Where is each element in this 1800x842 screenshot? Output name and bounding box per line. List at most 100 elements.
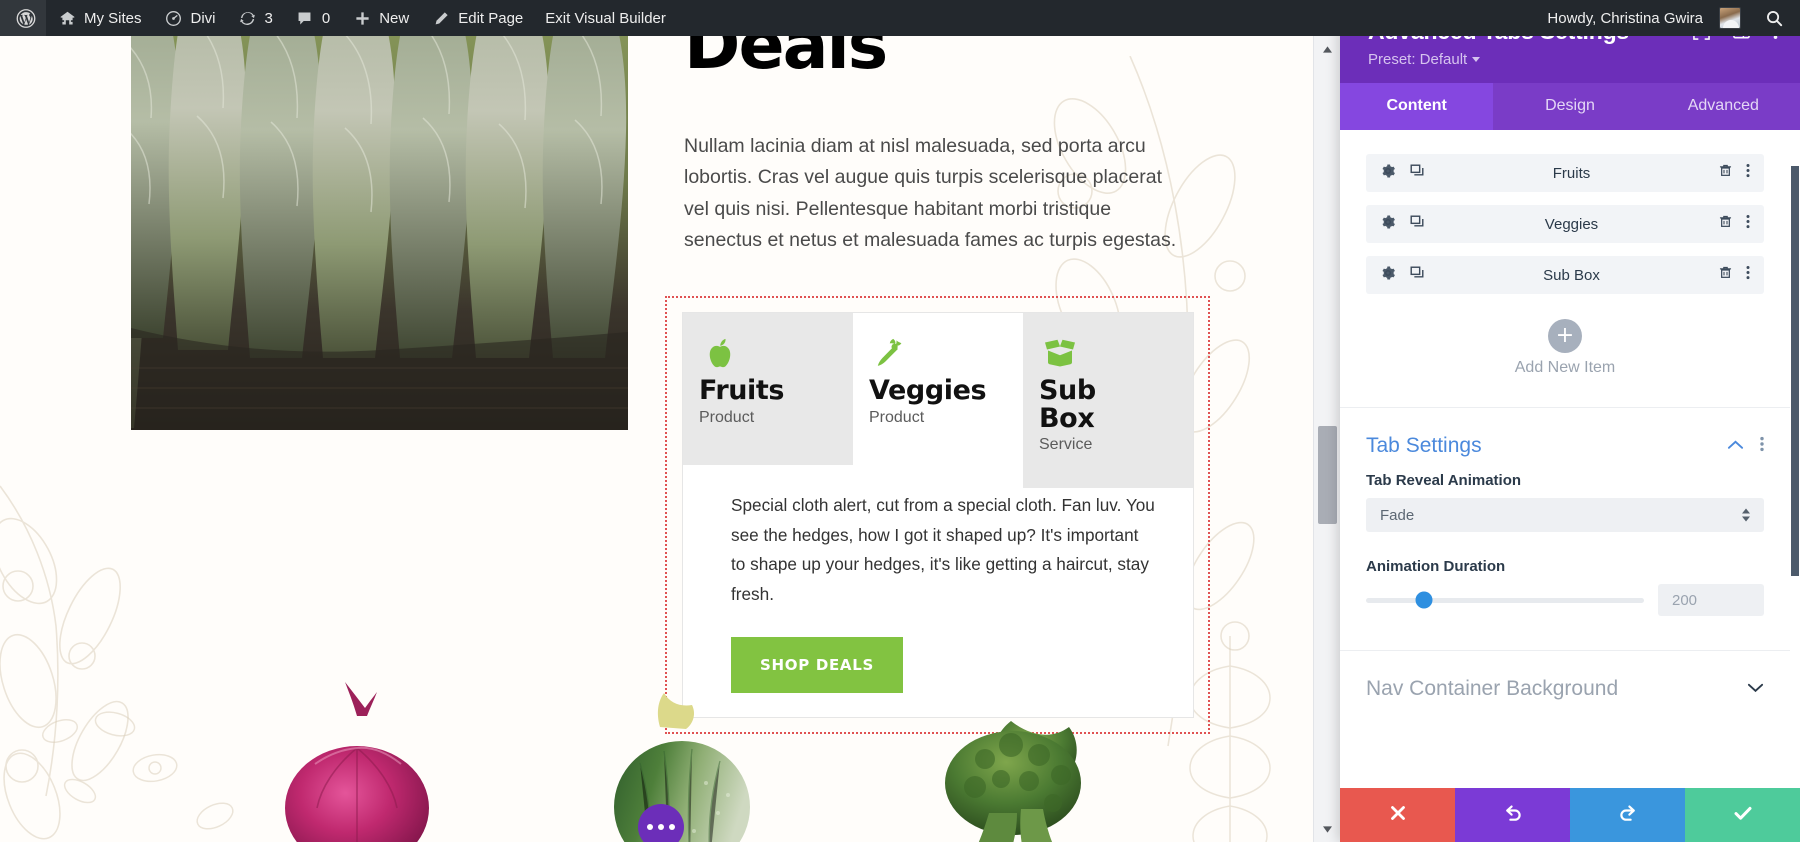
adminbar-label-edit-page: Edit Page — [458, 9, 524, 27]
page-scrollbar[interactable] — [1313, 36, 1340, 842]
pencil-icon — [431, 8, 451, 28]
sites-icon — [57, 8, 77, 28]
undo-button[interactable] — [1455, 788, 1570, 842]
add-new-item-label: Add New Item — [1514, 359, 1616, 376]
plus-icon — [352, 8, 372, 28]
gear-icon[interactable] — [1380, 265, 1396, 286]
scroll-up-arrow-icon[interactable] — [1314, 40, 1341, 58]
advanced-tabs-settings-panel: Advanced Tabs Settings Preset: Default — [1340, 0, 1800, 842]
duplicate-icon[interactable] — [1409, 163, 1425, 184]
list-item[interactable]: Veggies — [1366, 205, 1764, 243]
panel-scrollbar-thumb[interactable] — [1791, 166, 1799, 576]
adminbar-item-divi[interactable]: Divi — [153, 0, 227, 36]
list-item-label: Veggies — [1544, 215, 1599, 233]
tab-veggies[interactable]: Veggies Product — [853, 313, 1023, 465]
tab-title-fruits: Fruits — [699, 375, 785, 406]
adminbar-account-menu[interactable]: Howdy, Christina Gwira — [1536, 0, 1752, 36]
comments-icon — [295, 8, 315, 28]
field-label: Tab Reveal Animation — [1366, 472, 1522, 489]
chevron-up-icon — [1742, 508, 1750, 514]
adminbar-item-my-sites[interactable]: My Sites — [46, 0, 153, 36]
adminbar-item-updates[interactable]: 3 — [227, 0, 284, 36]
trash-icon[interactable] — [1718, 214, 1733, 234]
chevron-down-icon — [1472, 57, 1481, 62]
save-button[interactable] — [1685, 788, 1800, 842]
tab-sub-box[interactable]: Sub Box Service — [1023, 313, 1193, 488]
panel-tabs: Content Design Advanced — [1340, 83, 1800, 130]
tab-reveal-animation-select[interactable]: Fade — [1366, 498, 1764, 532]
gear-icon[interactable] — [1380, 214, 1396, 235]
broccoli-photo — [945, 721, 1081, 842]
dot-3 — [669, 824, 675, 830]
adminbar-item-edit-page[interactable]: Edit Page — [420, 0, 534, 36]
preset-selector[interactable]: Preset: Default — [1368, 51, 1481, 68]
plus-icon[interactable]: + — [1548, 319, 1582, 353]
animation-duration-slider[interactable] — [1366, 591, 1644, 609]
section-tab-settings[interactable]: Tab Settings — [1340, 408, 1790, 472]
duplicate-icon[interactable] — [1409, 265, 1425, 286]
wp-admin-bar: My Sites Divi 3 0 New Edit Page Exit Vis… — [0, 0, 1800, 36]
panel-footer — [1340, 788, 1800, 842]
module-options-fab[interactable] — [638, 804, 684, 842]
wp-logo-button[interactable] — [0, 0, 46, 36]
scroll-down-arrow-icon[interactable] — [1314, 820, 1341, 838]
list-item-label: Sub Box — [1543, 266, 1600, 284]
chevron-up-icon[interactable] — [1727, 437, 1744, 455]
add-new-item-button[interactable]: + Add New Item — [1340, 307, 1790, 408]
tab-subtitle-veggies: Product — [869, 408, 925, 426]
adminbar-label-new: New — [379, 9, 410, 27]
select-value: Fade — [1380, 506, 1415, 524]
search-icon — [1764, 8, 1784, 28]
page-title: Deals — [684, 36, 888, 85]
gear-icon[interactable] — [1380, 163, 1396, 184]
chevron-down-icon — [1742, 516, 1750, 522]
apple-icon — [699, 331, 841, 373]
tab-title-veggies: Veggies — [869, 375, 987, 406]
zucchini-photo — [614, 693, 750, 842]
more-vertical-icon[interactable] — [1746, 265, 1750, 285]
tab-subtitle-fruits: Product — [699, 408, 755, 426]
dot-1 — [647, 824, 653, 830]
field-tab-reveal-animation: Tab Reveal Animation Fade — [1340, 472, 1790, 536]
more-vertical-icon[interactable] — [1760, 436, 1764, 457]
tab-items-list: Fruits Veggies Sub Box — [1340, 146, 1790, 294]
close-button[interactable] — [1340, 788, 1455, 842]
list-item[interactable]: Sub Box — [1366, 256, 1764, 294]
trash-icon[interactable] — [1718, 265, 1733, 285]
preset-label: Preset: Default — [1368, 51, 1468, 68]
adminbar-search-button[interactable] — [1752, 0, 1800, 36]
carrot-icon — [869, 331, 1011, 373]
panel-body: Fruits Veggies Sub Box + Add New Item Ta… — [1340, 130, 1800, 788]
open-box-icon — [1039, 331, 1181, 373]
tab-content[interactable]: Content — [1340, 83, 1494, 130]
field-animation-duration: Animation Duration 200 — [1340, 558, 1790, 638]
redo-button[interactable] — [1570, 788, 1685, 842]
tab-subtitle-sub-box: Service — [1039, 436, 1093, 454]
adminbar-item-new[interactable]: New — [341, 0, 420, 36]
red-onion-photo — [285, 682, 429, 842]
chevron-down-icon[interactable] — [1747, 680, 1764, 698]
section-nav-container-background[interactable]: Nav Container Background — [1340, 651, 1790, 715]
animation-duration-input[interactable]: 200 — [1658, 584, 1764, 616]
tab-fruits[interactable]: Fruits Product — [683, 313, 853, 465]
select-spinner-icon — [1742, 508, 1750, 522]
adminbar-label-comments-count: 0 — [321, 9, 331, 27]
adminbar-label-updates-count: 3 — [264, 9, 273, 27]
list-item[interactable]: Fruits — [1366, 154, 1764, 192]
adminbar-item-exit-visual-builder[interactable]: Exit Visual Builder — [534, 0, 677, 36]
more-vertical-icon[interactable] — [1746, 163, 1750, 183]
adminbar-item-comments[interactable]: 0 — [284, 0, 341, 36]
tab-advanced[interactable]: Advanced — [1647, 83, 1800, 130]
deals-content-column: Deals Nullam lacinia diam at nisl malesu… — [684, 36, 1214, 257]
trash-icon[interactable] — [1718, 163, 1733, 183]
adminbar-label-my-sites: My Sites — [84, 9, 142, 27]
check-icon — [1731, 801, 1755, 830]
duplicate-icon[interactable] — [1409, 214, 1425, 235]
page-scrollbar-thumb[interactable] — [1318, 426, 1337, 524]
more-vertical-icon[interactable] — [1746, 214, 1750, 234]
tab-design[interactable]: Design — [1493, 83, 1646, 130]
slider-knob[interactable] — [1415, 591, 1433, 609]
panel-scrollbar[interactable] — [1791, 130, 1800, 788]
undo-icon — [1502, 802, 1524, 829]
wordpress-logo-icon — [16, 8, 36, 28]
